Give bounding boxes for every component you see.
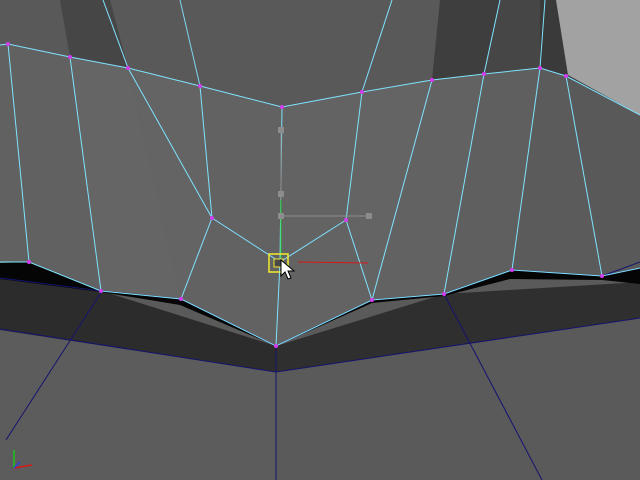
vertex[interactable] xyxy=(442,292,446,296)
vertex[interactable] xyxy=(360,90,364,94)
vertex[interactable] xyxy=(99,289,103,293)
vertex[interactable] xyxy=(68,55,72,59)
vertex[interactable] xyxy=(280,105,284,109)
manipulator-handle[interactable] xyxy=(278,191,284,197)
vertex[interactable] xyxy=(126,66,130,70)
vertex[interactable] xyxy=(198,84,202,88)
vertex[interactable] xyxy=(344,218,348,222)
vertex[interactable] xyxy=(430,78,434,82)
vertex[interactable] xyxy=(274,344,278,348)
vertex[interactable] xyxy=(482,72,486,76)
manipulator-handle[interactable] xyxy=(278,127,284,133)
manipulator-handle[interactable] xyxy=(366,213,372,219)
vertex[interactable] xyxy=(179,297,183,301)
vertex[interactable] xyxy=(564,74,568,78)
vertex[interactable] xyxy=(210,216,214,220)
mesh-scene[interactable] xyxy=(0,0,640,480)
vertex[interactable] xyxy=(27,260,31,264)
vertex[interactable] xyxy=(538,66,542,70)
vertex[interactable] xyxy=(510,268,514,272)
manipulator-handle[interactable] xyxy=(278,213,284,219)
vertex[interactable] xyxy=(6,42,10,46)
vertex[interactable] xyxy=(600,274,604,278)
3d-viewport[interactable] xyxy=(0,0,640,480)
vertex[interactable] xyxy=(370,298,374,302)
